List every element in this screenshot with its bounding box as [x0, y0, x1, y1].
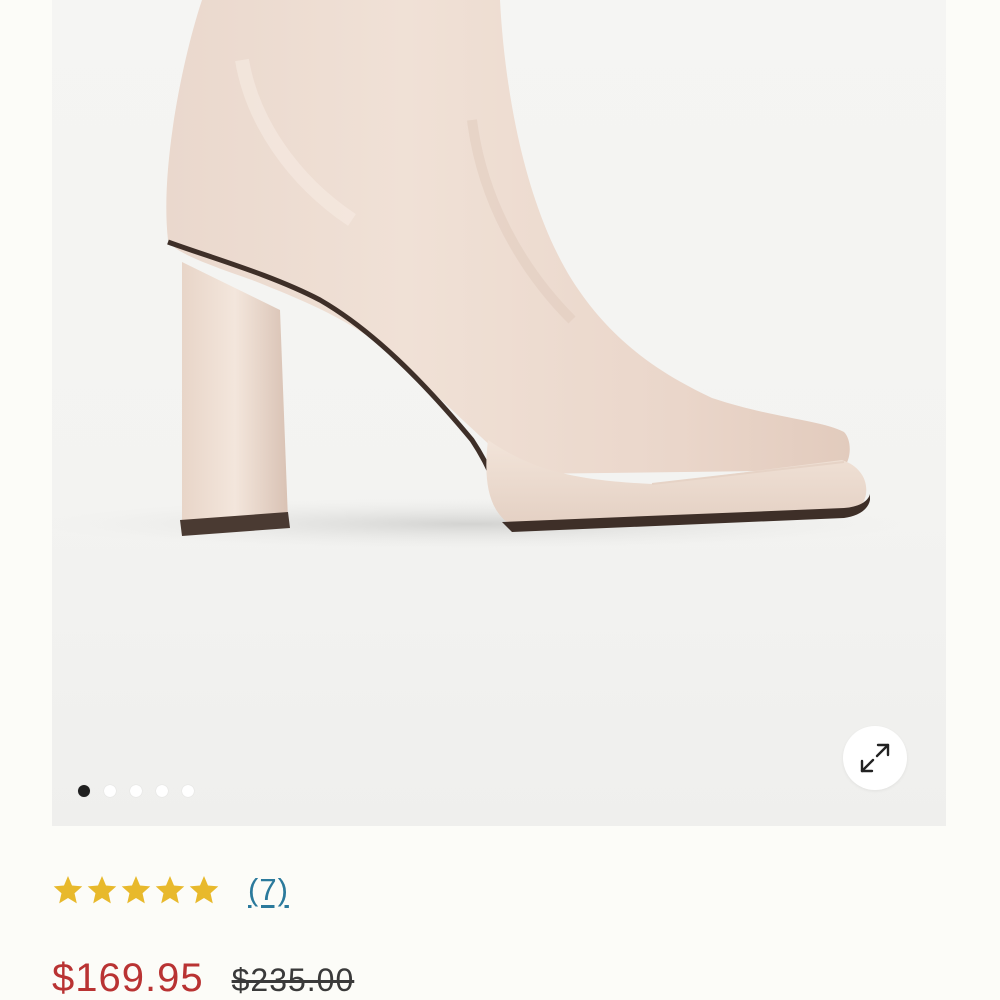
star-icon: [87, 876, 117, 904]
price-block: $169.95 $235.00: [52, 956, 354, 1000]
product-image: [52, 0, 946, 826]
carousel-dot-3[interactable]: [130, 785, 142, 797]
product-rating: (7): [52, 872, 289, 908]
product-page: (7) $169.95 $235.00: [0, 0, 1000, 1000]
carousel-dot-5[interactable]: [182, 785, 194, 797]
expand-arrows-icon: [860, 743, 890, 773]
star-rating: [52, 874, 220, 906]
original-price: $235.00: [231, 962, 355, 998]
carousel-dot-4[interactable]: [156, 785, 168, 797]
carousel-dot-1[interactable]: [78, 785, 90, 797]
star-icon: [53, 876, 83, 904]
sale-price: $169.95: [52, 956, 204, 1000]
star-icon: [189, 876, 219, 904]
review-count-link[interactable]: (7): [248, 872, 289, 908]
product-image-gallery[interactable]: [52, 0, 946, 826]
expand-image-button[interactable]: [843, 726, 907, 790]
star-icon: [155, 876, 185, 904]
star-icon: [121, 876, 151, 904]
carousel-dot-2[interactable]: [104, 785, 116, 797]
carousel-dots: [78, 785, 194, 797]
